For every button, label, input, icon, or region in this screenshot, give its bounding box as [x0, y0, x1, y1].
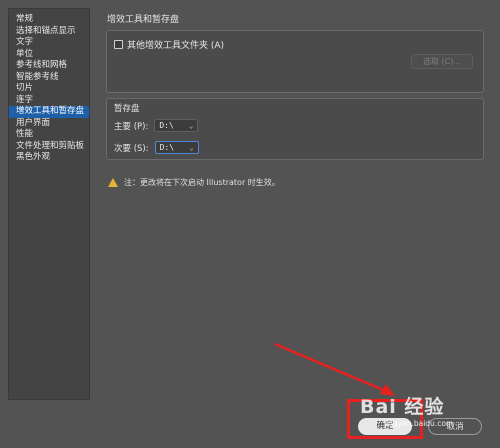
baidu-watermark-url: jingyan.baidu.com: [384, 419, 454, 428]
baidu-watermark: Bai 经验: [360, 396, 445, 418]
annotation-arrow: [274, 342, 395, 396]
